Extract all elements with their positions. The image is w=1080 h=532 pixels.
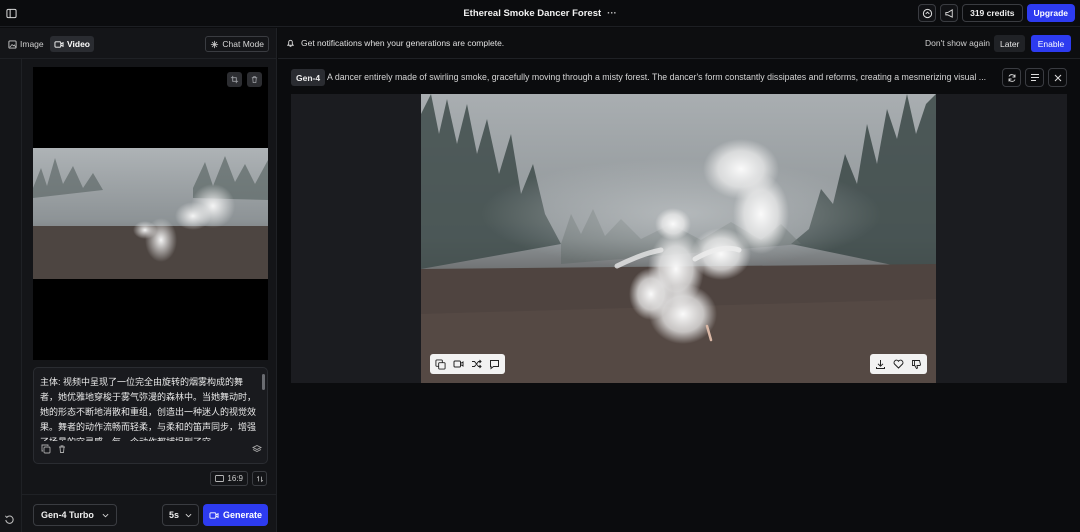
project-title[interactable]: Ethereal Smoke Dancer Forest <box>463 8 601 19</box>
prompt-scrollbar[interactable] <box>262 374 265 390</box>
refresh-icon <box>1007 73 1017 83</box>
generate-label: Generate <box>222 510 263 520</box>
dont-show-again-link[interactable]: Don't show again <box>925 38 990 48</box>
close-button[interactable] <box>1048 68 1067 87</box>
tab-image[interactable]: Image <box>4 36 48 52</box>
chat-mode-button[interactable]: Chat Mode <box>205 36 269 52</box>
aspect-ratio-label: 16:9 <box>227 474 243 483</box>
generated-video[interactable] <box>421 94 936 383</box>
history-icon[interactable] <box>4 514 15 525</box>
later-button[interactable]: Later <box>994 35 1026 52</box>
chevron-down-icon <box>185 513 192 518</box>
megaphone-icon <box>944 8 955 19</box>
sidebar-toggle-icon[interactable] <box>4 6 18 20</box>
swap-button[interactable] <box>252 471 267 486</box>
top-bar: Ethereal Smoke Dancer Forest ··· 319 cred… <box>0 0 1080 27</box>
download-icon[interactable] <box>874 358 887 371</box>
notification-bar: Get notifications when your generations … <box>278 28 1080 59</box>
chevron-down-icon <box>102 513 109 518</box>
title-menu-icon[interactable]: ··· <box>607 8 617 19</box>
model-select[interactable]: Gen-4 Turbo <box>33 504 117 526</box>
delete-image-button[interactable] <box>247 72 262 87</box>
regenerate-button[interactable] <box>1002 68 1021 87</box>
copy-icon[interactable] <box>41 444 51 454</box>
model-badge: Gen-4 <box>291 69 326 86</box>
duration-label: 5s <box>169 510 180 520</box>
generate-button[interactable]: Generate <box>203 504 268 526</box>
swap-icon <box>256 475 264 483</box>
details-button[interactable] <box>1025 68 1044 87</box>
aspect-ratio-icon <box>215 475 225 482</box>
image-to-video-icon[interactable] <box>434 358 447 371</box>
reference-image <box>33 148 268 279</box>
generation-controls: Gen-4 Turbo 5s Generate <box>22 494 277 532</box>
prompt-box[interactable]: 主体: 视频中呈现了一位完全由旋转的烟雾构成的舞者，她优雅地穿梭于雾气弥漫的森林… <box>33 367 268 464</box>
clear-prompt-icon[interactable] <box>57 444 67 454</box>
prompt-textarea[interactable]: 主体: 视频中呈现了一位完全由旋转的烟雾构成的舞者，她优雅地穿梭于雾气弥漫的森林… <box>40 375 260 441</box>
reference-image-card[interactable] <box>33 67 268 360</box>
mode-tabs: Image Video Chat Mode <box>0 28 277 59</box>
announcements-button[interactable] <box>940 4 959 22</box>
shuffle-icon[interactable] <box>470 358 483 371</box>
chat-mode-label: Chat Mode <box>222 39 264 49</box>
tab-image-label: Image <box>20 39 44 49</box>
crop-icon <box>230 75 239 84</box>
aspect-ratio-button[interactable]: 16:9 <box>210 471 248 486</box>
crop-button[interactable] <box>227 72 242 87</box>
notification-text: Get notifications when your generations … <box>301 38 505 48</box>
comment-icon[interactable] <box>488 358 501 371</box>
chat-bubble-icon <box>922 8 933 19</box>
left-panel: Image Video Chat Mode 主体: 视频中呈现了一位完全由旋转的… <box>0 28 277 532</box>
left-rail <box>0 59 22 532</box>
enable-button[interactable]: Enable <box>1031 35 1071 52</box>
model-select-label: Gen-4 Turbo <box>41 510 94 520</box>
heart-icon[interactable] <box>892 358 905 371</box>
upgrade-button[interactable]: Upgrade <box>1026 4 1075 22</box>
video-camera-icon[interactable] <box>452 358 465 371</box>
layers-icon[interactable] <box>252 444 262 454</box>
credits-badge[interactable]: 319 credits <box>962 4 1023 22</box>
video-toolbar-left <box>430 354 505 374</box>
generation-prompt[interactable]: A dancer entirely made of swirling smoke… <box>327 72 1000 82</box>
tab-video[interactable]: Video <box>50 36 94 52</box>
close-icon <box>1054 74 1062 82</box>
generation-header: Gen-4 A dancer entirely made of swirling… <box>291 67 1067 89</box>
video-camera-icon <box>209 511 219 520</box>
video-camera-icon <box>54 40 64 49</box>
chat-mode-icon <box>210 40 219 49</box>
thumbs-down-icon[interactable] <box>910 358 923 371</box>
text-lines-icon <box>1030 73 1040 82</box>
duration-select[interactable]: 5s <box>162 504 199 526</box>
video-stage <box>291 94 1067 383</box>
feedback-button[interactable] <box>918 4 937 22</box>
image-icon <box>8 39 17 49</box>
tab-video-label: Video <box>67 39 90 49</box>
video-toolbar-right <box>870 354 927 374</box>
bell-icon <box>286 38 295 48</box>
trash-icon <box>250 75 259 84</box>
